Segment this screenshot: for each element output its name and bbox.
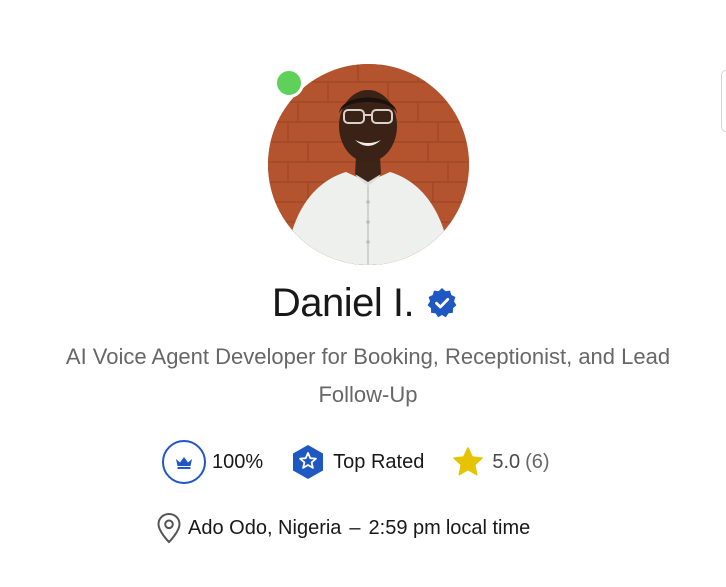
rating-summary[interactable]: 5.0 (6) bbox=[452, 446, 550, 478]
freelancer-name: Daniel I. bbox=[271, 280, 415, 325]
top-rated-shield-icon bbox=[293, 445, 324, 479]
rating-value: 5.0 bbox=[492, 450, 521, 473]
star-icon bbox=[453, 447, 484, 476]
top-rated-label: Top Rated bbox=[333, 450, 425, 473]
profile-title-text: AI Voice Agent Developer for Booking, Re… bbox=[65, 344, 671, 407]
location-text: Ado Odo, Nigeria bbox=[188, 516, 342, 539]
job-success-score: 100% bbox=[212, 450, 264, 473]
top-rated-badge[interactable]: Top Rated bbox=[291, 444, 424, 480]
name-row: Daniel I. bbox=[0, 278, 726, 328]
location-separator: – bbox=[349, 516, 361, 539]
location-row: Ado Odo, Nigeria – 2:59 pm local time bbox=[156, 512, 530, 544]
local-time: 2:59 pm bbox=[368, 516, 441, 539]
local-time-suffix: local time bbox=[445, 516, 531, 539]
avatar-container[interactable] bbox=[268, 64, 469, 265]
location-pin-icon bbox=[157, 512, 181, 544]
profile-title: AI Voice Agent Developer for Booking, Re… bbox=[0, 338, 726, 414]
stats-row: 100% Top Rated 5.0 (6) bbox=[162, 439, 550, 485]
side-panel-edge bbox=[721, 70, 726, 132]
job-success-badge[interactable] bbox=[162, 440, 206, 484]
crown-icon bbox=[176, 457, 192, 469]
verified-badge-icon[interactable] bbox=[426, 287, 458, 319]
review-count: (6) bbox=[525, 450, 550, 473]
online-status-indicator bbox=[274, 68, 304, 98]
